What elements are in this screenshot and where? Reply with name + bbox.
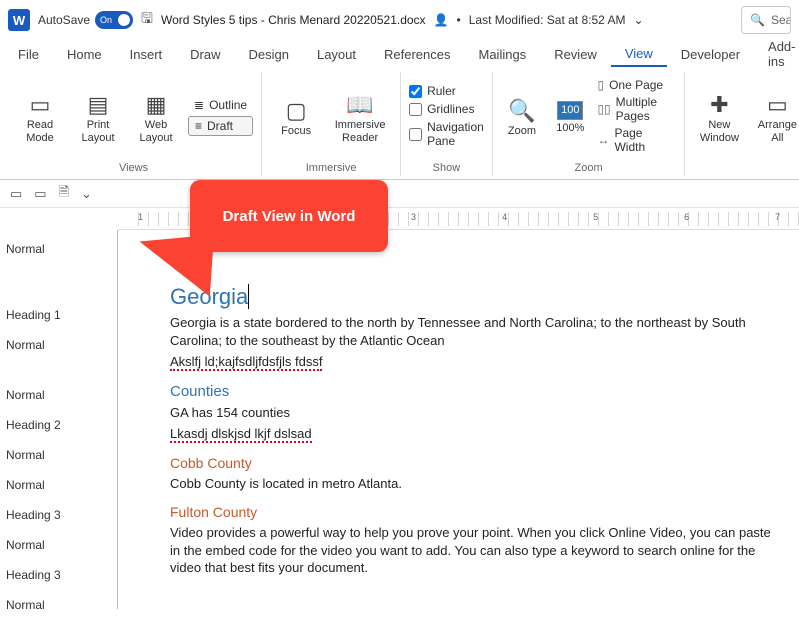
- autosave-switch[interactable]: On: [95, 11, 133, 29]
- zoom-100-button[interactable]: 100 100%: [549, 97, 591, 134]
- style-row: Normal: [0, 470, 117, 500]
- style-row: Normal: [0, 440, 117, 470]
- zoom-button[interactable]: 🔍 Zoom: [501, 94, 543, 138]
- new-window-icon: ✚: [710, 92, 728, 117]
- immersive-group-label: Immersive: [270, 160, 392, 176]
- style-row: Normal: [0, 530, 117, 560]
- outline-button[interactable]: ≣ Outline: [188, 96, 253, 114]
- quick-access-bar: ▭ ▭ 🗎 ⌄: [0, 180, 799, 208]
- heading-3-text[interactable]: Cobb County: [170, 455, 779, 471]
- style-row: Heading 1: [0, 300, 117, 330]
- read-mode-button[interactable]: ▭ Read Mode: [14, 88, 66, 145]
- new-window-button[interactable]: ✚ New Window: [693, 88, 745, 145]
- paragraph-misspelled[interactable]: Akslfj ld;kajfsdljfdsfjls fdssf: [170, 353, 779, 371]
- tab-draw[interactable]: Draw: [176, 43, 234, 66]
- zoom-icon: 🔍: [508, 98, 535, 123]
- multiple-pages-icon: ▯▯: [597, 102, 610, 116]
- autosave-toggle[interactable]: AutoSave On: [38, 11, 133, 29]
- quick-dropdown-icon[interactable]: ⌄: [81, 186, 92, 202]
- one-page-icon: ▯: [597, 78, 604, 92]
- document-filename: Word Styles 5 tips - Chris Menard 202205…: [161, 13, 426, 27]
- arrange-all-icon: ▭: [767, 92, 788, 117]
- arrange-all-button[interactable]: ▭ Arrange All: [751, 88, 799, 145]
- heading-1-text[interactable]: Georgia: [170, 284, 779, 310]
- immersive-reader-button[interactable]: 📖 Immersive Reader: [328, 88, 392, 145]
- multiple-pages-button[interactable]: ▯▯Multiple Pages: [597, 95, 676, 123]
- share-user-icon[interactable]: 👤: [434, 13, 449, 27]
- web-layout-button[interactable]: ▦ Web Layout: [130, 88, 182, 145]
- tab-design[interactable]: Design: [235, 43, 303, 66]
- tab-file[interactable]: File: [4, 43, 53, 66]
- search-placeholder: Sea: [771, 13, 791, 27]
- save-icon[interactable]: 🖫: [141, 8, 153, 32]
- ribbon-group-window: ✚ New Window ▭ Arrange All: [685, 72, 799, 176]
- paragraph[interactable]: Cobb County is located in metro Atlanta.: [170, 475, 779, 493]
- tab-mailings[interactable]: Mailings: [465, 43, 541, 66]
- views-group-label: Views: [14, 160, 253, 176]
- style-row: Normal: [0, 330, 117, 360]
- autosave-label: AutoSave: [38, 13, 90, 27]
- immersive-reader-icon: 📖: [346, 92, 373, 117]
- draft-button[interactable]: ≡ Draft: [188, 116, 253, 136]
- title-bar: W AutoSave On 🖫 Word Styles 5 tips - Chr…: [0, 0, 799, 40]
- tab-view[interactable]: View: [611, 42, 667, 67]
- tab-layout[interactable]: Layout: [303, 43, 370, 66]
- ribbon-group-zoom: 🔍 Zoom 100 100% ▯One Page ▯▯Multiple Pag…: [493, 72, 686, 176]
- heading-2-text[interactable]: Counties: [170, 383, 779, 400]
- zoom-100-icon: 100: [557, 101, 583, 120]
- zoom-group-label: Zoom: [501, 160, 677, 176]
- one-page-button[interactable]: ▯One Page: [597, 78, 676, 92]
- web-layout-icon: ▦: [146, 92, 167, 117]
- document-body[interactable]: Georgia Georgia is a state bordered to t…: [118, 230, 799, 609]
- paragraph-misspelled[interactable]: Lkasdj dlskjsd lkjf dslsad: [170, 425, 779, 443]
- ribbon-group-immersive: ▢ Focus 📖 Immersive Reader Immersive: [262, 72, 401, 176]
- ribbon: ▭ Read Mode ▤ Print Layout ▦ Web Layout …: [0, 68, 799, 180]
- gridlines-checkbox[interactable]: Gridlines: [409, 101, 484, 117]
- quick-folder-icon[interactable]: ▭: [10, 186, 22, 202]
- paragraph[interactable]: GA has 154 counties: [170, 404, 779, 422]
- heading-3-text[interactable]: Fulton County: [170, 504, 779, 520]
- page-width-button[interactable]: ↔Page Width: [597, 126, 676, 154]
- focus-icon: ▢: [286, 98, 307, 123]
- ruler-checkbox[interactable]: Ruler: [409, 83, 484, 99]
- style-area-pane: Normal Heading 1 Normal Normal Heading 2…: [0, 230, 118, 609]
- navigation-pane-checkbox[interactable]: Navigation Pane: [409, 119, 484, 149]
- tab-addins[interactable]: Add-ins: [754, 35, 799, 73]
- ribbon-tabs: File Home Insert Draw Design Layout Refe…: [0, 40, 799, 68]
- read-mode-icon: ▭: [30, 92, 51, 117]
- style-row: Heading 2: [0, 410, 117, 440]
- outline-icon: ≣: [194, 98, 204, 112]
- tab-home[interactable]: Home: [53, 43, 116, 66]
- tab-review[interactable]: Review: [540, 43, 611, 66]
- paragraph[interactable]: Video provides a powerful way to help yo…: [170, 524, 779, 577]
- style-row: Normal: [0, 234, 117, 264]
- show-group-label: Show: [409, 160, 484, 176]
- last-modified-label: Last Modified: Sat at 8:52 AM: [469, 13, 626, 27]
- tab-references[interactable]: References: [370, 43, 464, 66]
- print-layout-button[interactable]: ▤ Print Layout: [72, 88, 124, 145]
- paragraph[interactable]: Georgia is a state bordered to the north…: [170, 314, 779, 349]
- style-row: Normal: [0, 590, 117, 620]
- style-row: Heading 3: [0, 560, 117, 590]
- word-app-icon: W: [8, 9, 30, 31]
- search-input[interactable]: 🔍 Sea: [741, 6, 791, 34]
- document-area: Normal Heading 1 Normal Normal Heading 2…: [0, 230, 799, 609]
- quick-page-icon[interactable]: 🗎: [59, 183, 69, 205]
- quick-book-icon[interactable]: ▭: [34, 186, 46, 202]
- tab-developer[interactable]: Developer: [667, 43, 754, 66]
- annotation-callout: Draft View in Word: [190, 180, 388, 252]
- style-row: Heading 3: [0, 500, 117, 530]
- search-icon: 🔍: [750, 13, 765, 27]
- print-layout-icon: ▤: [88, 92, 109, 117]
- focus-button[interactable]: ▢ Focus: [270, 94, 322, 138]
- tab-insert[interactable]: Insert: [116, 43, 177, 66]
- chevron-down-icon[interactable]: ⌄: [633, 13, 643, 27]
- page-width-icon: ↔: [597, 133, 609, 147]
- ribbon-group-show: Ruler Gridlines Navigation Pane Show: [401, 72, 493, 176]
- draft-icon: ≡: [195, 119, 202, 133]
- ribbon-group-views: ▭ Read Mode ▤ Print Layout ▦ Web Layout …: [6, 72, 262, 176]
- style-row: Normal: [0, 380, 117, 410]
